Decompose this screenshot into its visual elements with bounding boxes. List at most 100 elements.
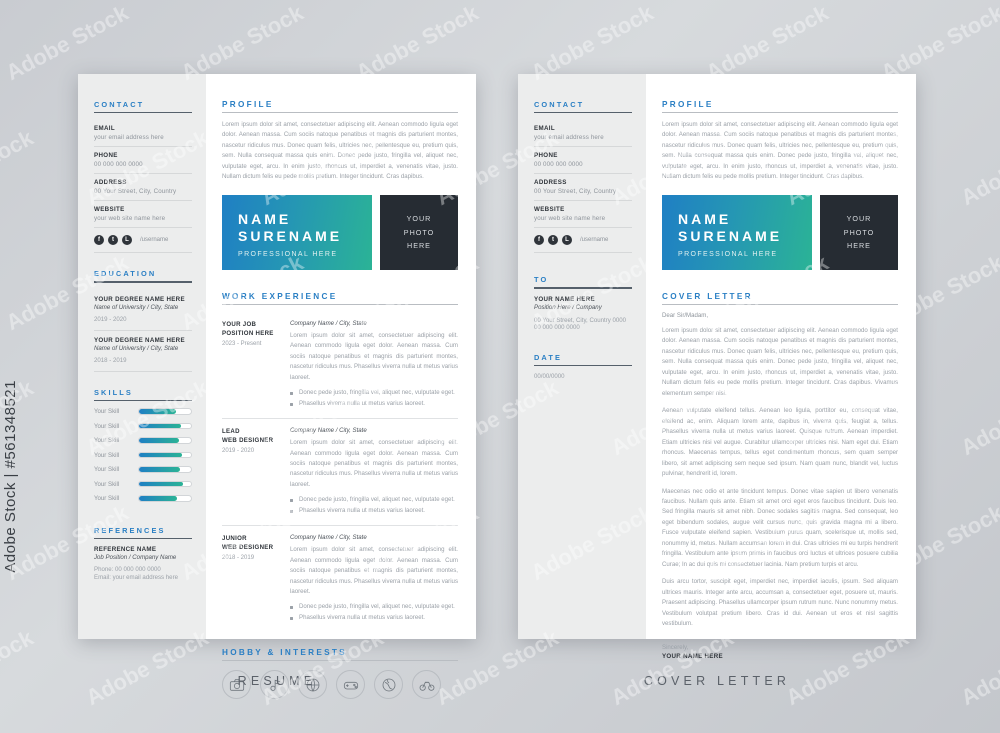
job-bullet: Donec pede justo, fringilla vel, aliquet… xyxy=(290,602,458,612)
profile-section-heading: PROFILE xyxy=(222,100,458,113)
resume-main-column: PROFILE Lorem ipsum dolor sit amet, cons… xyxy=(206,74,476,700)
cover-letter-paragraph: Lorem ipsum dolor sit amet, consectetuer… xyxy=(662,326,898,397)
last-name: SURENAME xyxy=(678,227,783,244)
resume-sidebar: CONTACT EMAIL your email address here PH… xyxy=(78,74,206,639)
to-section-heading: TO xyxy=(534,275,632,289)
watermark-tile: Adobe Stock xyxy=(0,124,38,210)
professional-title: PROFESSIONAL HERE xyxy=(678,250,778,258)
bullet-square-icon xyxy=(290,402,293,406)
to-block: YOUR NAME HERE Position Here / Company 0… xyxy=(534,296,632,331)
skill-name: Your Skill xyxy=(94,422,120,430)
linkedin-icon[interactable]: L xyxy=(122,235,132,246)
social-handle: /username xyxy=(580,237,609,244)
first-name: NAME xyxy=(238,210,292,227)
job-bullet: Phasellus viverra nulla ut metus varius … xyxy=(290,399,458,409)
website-label: WEBSITE xyxy=(534,206,565,214)
heading-rule xyxy=(534,364,632,367)
cover-letter-paragraph: Aenean vulputate eleifend tellus. Aenean… xyxy=(662,407,898,478)
website-value: your web site name here xyxy=(534,215,606,223)
heading-rule xyxy=(94,537,192,540)
cover-letter-section-heading: COVER LETTER xyxy=(662,292,898,305)
photo-line-1: YOUR xyxy=(846,214,872,224)
education-item: YOUR DEGREE NAME HERE Name of University… xyxy=(94,290,192,331)
watermark-tile: Adobe Stock xyxy=(956,125,1000,211)
job-bullet: Phasellus viverra nulla ut metus varius … xyxy=(290,613,458,623)
education-item: YOUR DEGREE NAME HERE Name of University… xyxy=(94,331,192,372)
job-bullet-list: Donec pede justo, fringilla vel, aliquet… xyxy=(290,388,458,409)
bullet-square-icon xyxy=(290,616,293,620)
job-bullet: Phasellus viverra nulla ut metus varius … xyxy=(290,506,458,516)
company-name: Company Name / City, State xyxy=(290,534,367,542)
website-label: WEBSITE xyxy=(94,206,125,214)
cover-sidebar: CONTACT EMAIL your email address here PH… xyxy=(518,74,646,639)
contact-section-heading: CONTACT xyxy=(534,100,632,114)
first-name: NAME xyxy=(678,210,732,227)
professional-title: PROFESSIONAL HERE xyxy=(238,250,338,258)
heading-rule xyxy=(222,660,458,662)
photo-line-2: PHOTO xyxy=(403,227,435,237)
contact-address-block: ADDRESS 00 Your Street, City, Country xyxy=(94,174,192,202)
facebook-icon[interactable]: f xyxy=(94,235,104,246)
contact-phone-block: PHONE 00 000 000 0000 xyxy=(534,147,632,175)
degree-name: YOUR DEGREE NAME HERE xyxy=(94,336,185,344)
education-years: 2018 - 2019 xyxy=(94,356,127,364)
references-section-heading: REFERENCES xyxy=(94,526,192,540)
job-bullet-text: Phasellus viverra nulla ut metus varius … xyxy=(299,613,425,621)
skill-row: Your Skill xyxy=(94,408,192,415)
facebook-icon[interactable]: f xyxy=(534,235,544,246)
job-date-range: 2019 - 2020 xyxy=(222,448,255,455)
job-title-line2: POSITION HERE xyxy=(222,330,274,338)
job-bullet-list: Donec pede justo, fringilla vel, aliquet… xyxy=(290,602,458,623)
address-label: ADDRESS xyxy=(534,179,567,187)
skills-section-heading: SKILLS xyxy=(94,388,192,402)
work-item-left: YOUR JOB POSITION HERE 2023 - Present xyxy=(222,320,278,409)
reference-position: Job Position / Company Name xyxy=(94,554,177,562)
salutation: Dear Sir/Madam, xyxy=(662,311,709,319)
contact-phone-block: PHONE 00 000 000 0000 xyxy=(94,147,192,175)
phone-value: 00 000 000 0000 xyxy=(534,161,583,169)
heading-rule xyxy=(534,112,632,114)
degree-name: YOUR DEGREE NAME HERE xyxy=(94,295,185,303)
skill-name: Your Skill xyxy=(94,408,120,416)
twitter-icon[interactable]: t xyxy=(108,235,118,246)
job-bullet-text: Donec pede justo, fringilla vel, aliquet… xyxy=(299,389,455,397)
job-title: YOUR JOB xyxy=(222,320,257,328)
contact-email-block: EMAIL your email address here xyxy=(94,120,192,148)
photo-line-1: YOUR xyxy=(406,214,432,224)
sign-off-closing: Sincerely, xyxy=(662,643,689,651)
skill-name: Your Skill xyxy=(94,466,120,474)
job-bullet-text: Donec pede justo, fringilla vel, aliquet… xyxy=(299,603,455,611)
twitter-icon[interactable]: t xyxy=(548,235,558,246)
skill-bar xyxy=(138,480,192,488)
date-section-heading: DATE xyxy=(534,353,632,367)
reference-phone: Phone: 00 000 000 0000 xyxy=(94,566,161,574)
job-bullet: Donec pede justo, fringilla vel, aliquet… xyxy=(290,388,458,398)
work-experience-section-heading: WORK EXPERIENCE xyxy=(222,292,458,305)
photo-line-2: PHOTO xyxy=(843,227,875,237)
skill-bar xyxy=(138,466,192,473)
job-date-range: 2023 - Present xyxy=(222,341,262,348)
recipient-name: YOUR NAME HERE xyxy=(534,295,595,303)
linkedin-icon[interactable]: L xyxy=(562,235,572,246)
work-item-right: Company Name / City, State Lorem ipsum do… xyxy=(290,534,458,623)
address-label: ADDRESS xyxy=(94,179,127,187)
skill-bar xyxy=(138,495,192,502)
work-item-left: LEAD WEB DESIGNER 2019 - 2020 xyxy=(222,427,278,516)
skill-bar-fill xyxy=(139,481,183,487)
job-description: Lorem ipsum dolor sit amet, consectetuer… xyxy=(290,331,458,381)
job-title: LEAD xyxy=(222,428,240,436)
work-experience-item: LEAD WEB DESIGNER 2019 - 2020 Company Name … xyxy=(222,419,458,527)
name-banner: NAME SURENAME PROFESSIONAL HERE xyxy=(662,194,812,270)
contact-website-block: WEBSITE your web site name here xyxy=(94,201,192,229)
email-value: your email address here xyxy=(534,134,604,142)
job-title: JUNIOR xyxy=(222,535,247,543)
profile-section-heading: PROFILE xyxy=(662,100,898,113)
social-handle: /username xyxy=(140,237,169,244)
skill-bar xyxy=(138,422,192,430)
bullet-square-icon xyxy=(290,509,293,513)
company-name: Company Name / City, State xyxy=(290,427,367,435)
